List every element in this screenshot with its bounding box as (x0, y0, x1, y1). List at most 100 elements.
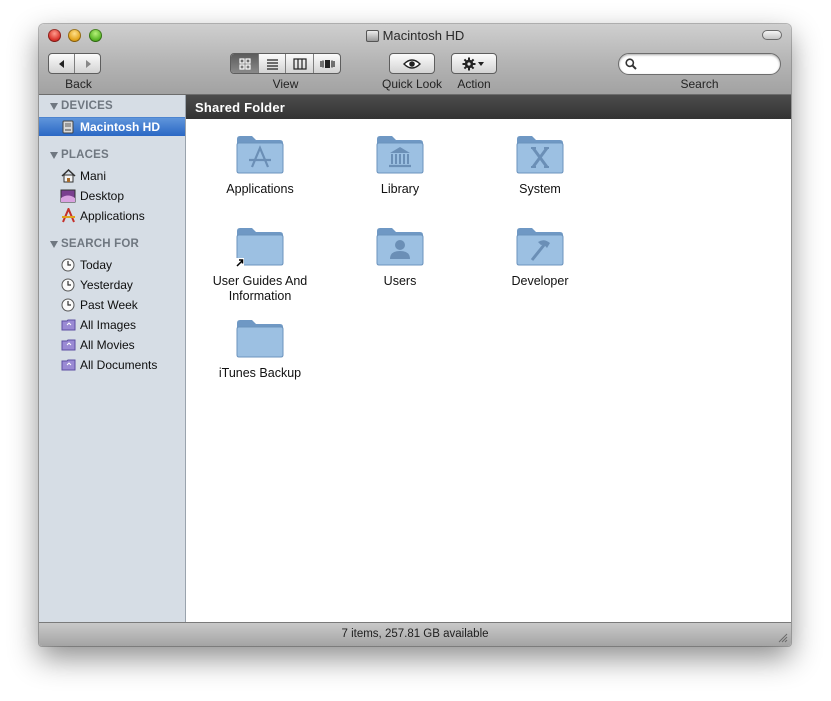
sidebar-item-all-documents[interactable]: All Documents (39, 355, 185, 374)
alias-folder-icon (235, 225, 285, 267)
list-view-icon (266, 58, 278, 70)
folder-item-library[interactable]: Library (330, 133, 470, 197)
action-button[interactable] (451, 53, 497, 74)
search-input[interactable] (618, 53, 781, 75)
sidebar-item-label: Today (80, 257, 113, 272)
quick-look-label: Quick Look (381, 77, 443, 91)
window-title-text: Macintosh HD (382, 28, 465, 43)
resize-grip-icon[interactable] (777, 632, 788, 643)
folder-item-label: Applications (226, 182, 294, 196)
quick-look-button[interactable] (389, 53, 435, 74)
quick-look-cell[interactable] (390, 54, 434, 73)
back-button[interactable] (49, 54, 75, 73)
clock-icon (60, 297, 76, 313)
desktop-icon (60, 188, 76, 204)
hard-drive-icon (60, 119, 76, 135)
home-icon (60, 168, 76, 184)
sidebar-item-today[interactable]: Today (39, 255, 185, 274)
clock-icon (60, 257, 76, 273)
sidebar-item-label: Past Week (80, 297, 138, 312)
smart-folder-icon (60, 337, 76, 353)
folder-icon (235, 317, 285, 359)
column-view-icon (292, 57, 307, 70)
action-cell[interactable] (452, 54, 496, 73)
list-view-button[interactable] (259, 54, 286, 73)
smart-folder-icon (60, 317, 76, 333)
folder-item-user-guides[interactable]: User Guides And Information (190, 225, 330, 304)
eye-icon (403, 58, 421, 69)
sidebar-section-search-for[interactable]: SEARCH FOR (50, 238, 139, 250)
disclosure-triangle-icon (50, 102, 58, 110)
view-label: View (272, 77, 299, 91)
smart-folder-icon (60, 357, 76, 373)
folder-item-label: Users (383, 274, 417, 288)
folder-item-label: Library (380, 182, 420, 196)
applications-icon (60, 208, 76, 224)
back-label: Back (65, 77, 92, 91)
section-header: PLACES (61, 149, 109, 161)
sidebar-item-label: Mani (80, 168, 107, 183)
sidebar-item-label: Desktop (80, 188, 125, 203)
disclosure-triangle-icon (50, 151, 58, 159)
sidebar-item-past-week[interactable]: Past Week (39, 295, 185, 314)
hard-drive-icon (365, 30, 379, 42)
sidebar: DEVICES Macintosh HD PLACES Mani Desktop (39, 95, 186, 622)
sidebar-section-places[interactable]: PLACES (50, 149, 109, 161)
sidebar-item-applications[interactable]: Applications (39, 206, 185, 225)
finder-window: Macintosh HD Back View Quick Look Action… (39, 24, 791, 646)
folder-item-label: User Guides And Information (212, 274, 308, 303)
section-header: DEVICES (61, 100, 113, 112)
sidebar-item-label: All Movies (80, 337, 135, 352)
sidebar-item-label: All Images (80, 317, 137, 332)
window-title: Macintosh HD (39, 26, 791, 46)
sidebar-item-mani[interactable]: Mani (39, 166, 185, 185)
back-forward-control (48, 53, 101, 74)
folder-item-label: System (519, 182, 561, 196)
sidebar-section-devices[interactable]: DEVICES (50, 100, 113, 112)
forward-button[interactable] (75, 54, 100, 73)
disclosure-triangle-icon (50, 240, 58, 248)
title-bar: Macintosh HD Back View Quick Look Action… (39, 24, 791, 95)
back-arrow-icon (58, 59, 64, 68)
folder-item-developer[interactable]: Developer (470, 225, 610, 289)
sidebar-item-desktop[interactable]: Desktop (39, 186, 185, 205)
sidebar-item-all-movies[interactable]: All Movies (39, 335, 185, 354)
cover-flow-button[interactable] (314, 54, 340, 73)
cover-flow-icon (319, 59, 335, 68)
column-view-button[interactable] (286, 54, 314, 73)
gear-icon (462, 57, 484, 70)
search-icon (625, 58, 637, 70)
sidebar-item-label: Applications (80, 208, 145, 223)
file-browser: Applications Library System User Guides … (186, 119, 791, 622)
applications-folder-icon (235, 133, 285, 175)
folder-item-applications[interactable]: Applications (190, 133, 330, 197)
icon-view-button[interactable] (231, 54, 259, 73)
forward-arrow-icon (85, 59, 91, 68)
view-segmented-control (230, 53, 341, 74)
folder-item-label: iTunes Backup (218, 366, 302, 380)
sidebar-item-label: All Documents (80, 357, 158, 372)
folder-item-system[interactable]: System (470, 133, 610, 197)
section-header: SEARCH FOR (61, 238, 140, 250)
system-folder-icon (515, 133, 565, 175)
users-folder-icon (375, 225, 425, 267)
search-label: Search (680, 77, 719, 91)
folder-title: Shared Folder (195, 99, 286, 115)
sidebar-item-macintosh-hd[interactable]: Macintosh HD (39, 117, 185, 136)
clock-icon (60, 277, 76, 293)
sidebar-item-yesterday[interactable]: Yesterday (39, 275, 185, 294)
toolbar-toggle-button[interactable] (762, 30, 782, 40)
sidebar-item-label: Yesterday (80, 277, 133, 292)
sidebar-item-label: Macintosh HD (80, 120, 161, 134)
status-text: 7 items, 257.81 GB available (341, 628, 489, 640)
folder-item-users[interactable]: Users (330, 225, 470, 289)
status-bar: 7 items, 257.81 GB available (39, 622, 791, 646)
icon-view-icon (238, 57, 251, 70)
action-label: Action (457, 77, 491, 91)
folder-item-itunes-backup[interactable]: iTunes Backup (190, 317, 330, 381)
sidebar-item-all-images[interactable]: All Images (39, 315, 185, 334)
library-folder-icon (375, 133, 425, 175)
developer-folder-icon (515, 225, 565, 267)
folder-item-label: Developer (511, 274, 569, 288)
path-bar: Shared Folder (186, 95, 791, 119)
